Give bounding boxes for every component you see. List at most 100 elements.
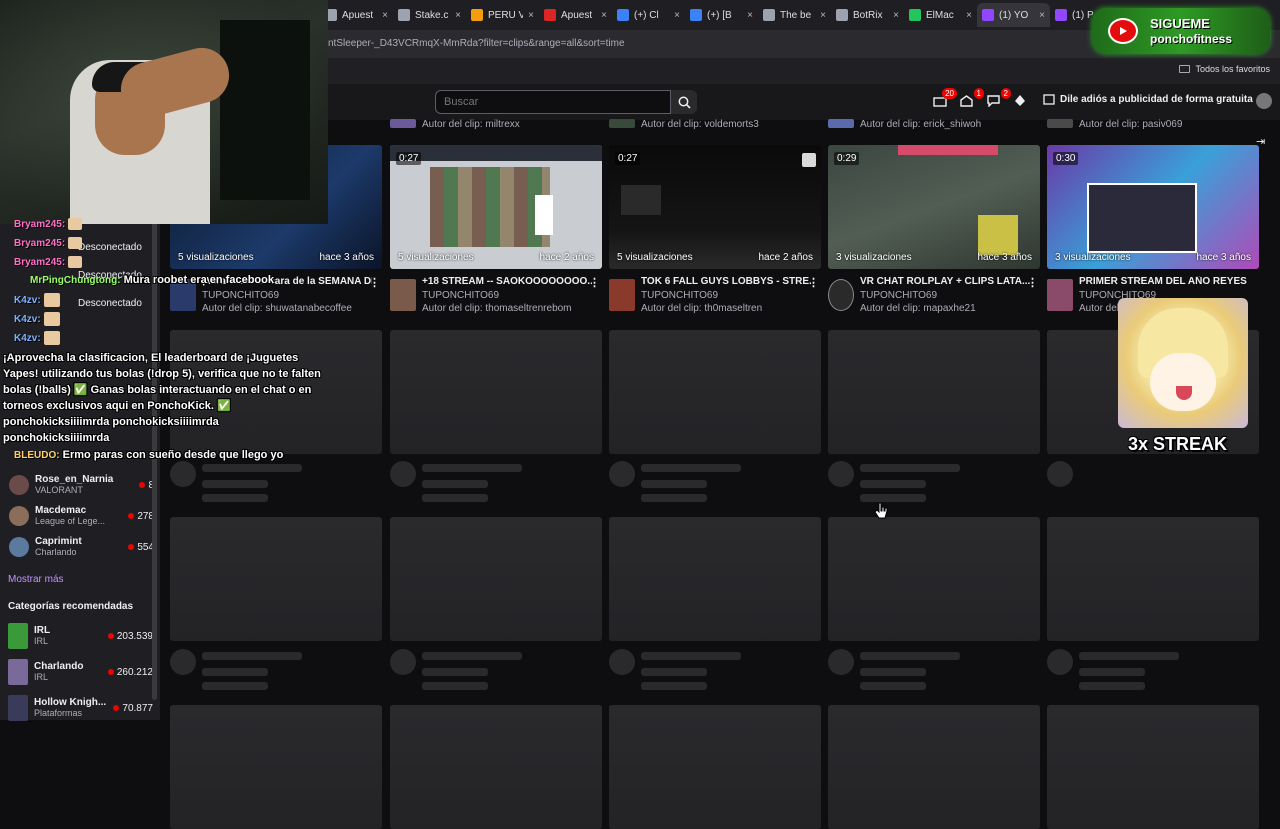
close-tab-icon[interactable]: × — [820, 10, 826, 21]
more-options-icon[interactable]: ⋮ — [589, 276, 600, 289]
notifications-badge: 20 — [942, 88, 957, 99]
clip-author[interactable]: Autor del clip: erick_shiwoh — [860, 119, 981, 130]
close-tab-icon[interactable]: × — [528, 10, 534, 21]
clip-views: 3 visualizaciones — [1055, 252, 1131, 263]
ad-free-button[interactable]: Dile adiós a publicidad de forma gratuit… — [1043, 94, 1253, 105]
skeleton-line — [641, 682, 707, 690]
browser-tab[interactable]: (+) [B × — [685, 3, 758, 27]
url-text[interactable]: ntSleeper-_D43VCRmqX-MmRda?filter=clips&… — [328, 38, 625, 49]
whispers-button[interactable]: 2 — [987, 88, 1011, 108]
sidebar-channel-rose[interactable]: Rose_en_NarniaVALORANT 8 — [9, 470, 154, 500]
skeleton-thumbnail — [609, 517, 821, 641]
browser-tab[interactable]: Stake.c × — [393, 3, 466, 27]
user-avatar[interactable] — [1256, 93, 1272, 109]
skeleton-thumbnail — [390, 517, 602, 641]
clip-author[interactable]: Autor del — [1079, 303, 1119, 314]
close-tab-icon[interactable]: × — [601, 10, 607, 21]
clip-meta[interactable]: TOK 6 FALL GUYS LOBBYS - STRE... TUPONCH… — [609, 276, 823, 316]
close-tab-icon[interactable]: × — [674, 10, 680, 21]
skeleton-line — [202, 480, 268, 488]
inbox-badge: 1 — [973, 88, 984, 99]
close-tab-icon[interactable]: × — [455, 10, 461, 21]
browser-tab[interactable]: PERU V × — [466, 3, 539, 27]
tab-label: (1) YO — [999, 9, 1029, 21]
clip-channel[interactable]: TUPONCHITO69 — [202, 290, 279, 301]
tab-label: Stake.c — [415, 9, 449, 21]
skeleton-line — [422, 494, 488, 502]
browser-tab[interactable]: (+) Cl × — [612, 3, 685, 27]
clip-thumbnail[interactable]: 0:27 5 visualizaciones hace 2 años — [609, 145, 821, 269]
mouse-cursor-icon — [874, 502, 888, 525]
channel-game: Charlando — [35, 547, 77, 557]
sidebar-category-irl[interactable]: IRL IRL 203.539 — [8, 620, 153, 652]
sidebar-category-hollow-knight[interactable]: Hollow Knigh... Plataformas 70.877 — [8, 692, 153, 724]
browser-tab[interactable]: ElMac × — [904, 3, 977, 27]
show-more-link[interactable]: Mostrar más — [8, 574, 64, 585]
clip-thumbnail[interactable]: 0:29 3 visualizaciones hace 3 años — [828, 145, 1040, 269]
tab-label: BotRix — [853, 9, 883, 21]
emote-icon — [68, 256, 83, 269]
clip-avatar — [828, 119, 854, 128]
tab-favicon-icon — [982, 9, 994, 21]
offline-status: Desconectado — [78, 242, 142, 253]
browser-tab[interactable]: The be × — [758, 3, 831, 27]
search-button[interactable] — [671, 90, 697, 114]
search-input[interactable] — [435, 90, 671, 114]
sidebar-category-charlando[interactable]: Charlando IRL 260.212 — [8, 656, 153, 688]
clip-title[interactable]: VR CHAT ROLPLAY + CLIPS LATA... — [860, 276, 1030, 287]
clip-author[interactable]: Autor del clip: thomaseltrenrebom — [422, 303, 572, 314]
skeleton-line — [422, 480, 488, 488]
skeleton-thumbnail — [828, 705, 1040, 829]
more-options-icon[interactable]: ⋮ — [808, 276, 819, 289]
skeleton-line — [641, 668, 707, 676]
skeleton-line — [641, 480, 707, 488]
clip-title[interactable]: TOK 6 FALL GUYS LOBBYS - STRE... — [641, 276, 811, 287]
skeleton-line — [422, 668, 488, 676]
clip-author[interactable]: Autor del clip: miltrexx — [422, 119, 520, 130]
clip-author[interactable]: Autor del clip: voldemorts3 — [641, 119, 759, 130]
clip-author[interactable]: Autor del clip: shuwatanabecoffee — [202, 303, 352, 314]
clip-title[interactable]: PRIMER STREAM DEL AÑO REYES ... — [1079, 276, 1249, 287]
live-dot-icon — [107, 669, 114, 675]
notifications-button[interactable]: 20 — [933, 88, 957, 108]
clip-age: hace 2 años — [539, 252, 595, 263]
bits-button[interactable] — [1014, 94, 1030, 108]
clip-author[interactable]: Autor del clip: pasiv069 — [1079, 119, 1182, 130]
browser-tab[interactable]: (1) YO × — [977, 3, 1050, 27]
clip-channel[interactable]: TUPONCHITO69 — [860, 290, 937, 301]
tab-favicon-icon — [763, 9, 775, 21]
inbox-button[interactable]: 1 — [960, 88, 984, 108]
skeleton-avatar — [1047, 461, 1073, 487]
close-tab-icon[interactable]: × — [893, 10, 899, 21]
clip-author[interactable]: Autor del clip: th0maseltren — [641, 303, 762, 314]
browser-tab[interactable]: Apuest × — [539, 3, 612, 27]
viewer-count: 70.877 — [113, 703, 153, 714]
close-tab-icon[interactable]: × — [966, 10, 972, 21]
skeleton-avatar — [609, 461, 635, 487]
close-tab-icon[interactable]: × — [1039, 10, 1045, 21]
clip-meta[interactable]: +18 STREAM -- SAOKOOOOOOOO... TUPONCHITO… — [390, 276, 604, 316]
skeleton-line — [202, 668, 268, 676]
clip-thumbnail[interactable]: 0:30 3 visualizaciones hace 3 años — [1047, 145, 1259, 269]
sidebar-channel-caprimint[interactable]: Caprimint Charlando 554 — [9, 532, 154, 562]
clip-views: 5 visualizaciones — [617, 252, 693, 263]
clip-title[interactable]: +18 STREAM -- SAOKOOOOOOOO... — [422, 276, 592, 287]
tab-favicon-icon — [836, 9, 848, 21]
sidebar-channel-macdemac[interactable]: Macdemac League of Lege... 278 — [9, 501, 154, 531]
chat-message: K4zv: — [14, 331, 60, 345]
clip-channel[interactable]: TUPONCHITO69 — [422, 290, 499, 301]
more-options-icon[interactable]: ⋮ — [1027, 276, 1038, 289]
clip-channel[interactable]: TUPONCHITO69 — [641, 290, 718, 301]
skeleton-avatar — [828, 649, 854, 675]
clip-author[interactable]: Autor del clip: mapaxhe21 — [860, 303, 976, 314]
more-options-icon[interactable]: ⋮ — [369, 276, 380, 289]
close-tab-icon[interactable]: × — [382, 10, 388, 21]
clip-meta[interactable]: VR CHAT ROLPLAY + CLIPS LATA... TUPONCHI… — [828, 276, 1042, 316]
all-favorites-button[interactable]: Todos los favoritos — [1179, 64, 1270, 74]
clip-thumbnail[interactable]: 0:27 5 visualizaciones hace 2 años — [390, 145, 602, 269]
browser-tab[interactable]: Apuest × — [320, 3, 393, 27]
live-dot-icon — [128, 544, 135, 550]
close-tab-icon[interactable]: × — [747, 10, 753, 21]
skeleton-thumbnail — [1047, 517, 1259, 641]
browser-tab[interactable]: BotRix × — [831, 3, 904, 27]
